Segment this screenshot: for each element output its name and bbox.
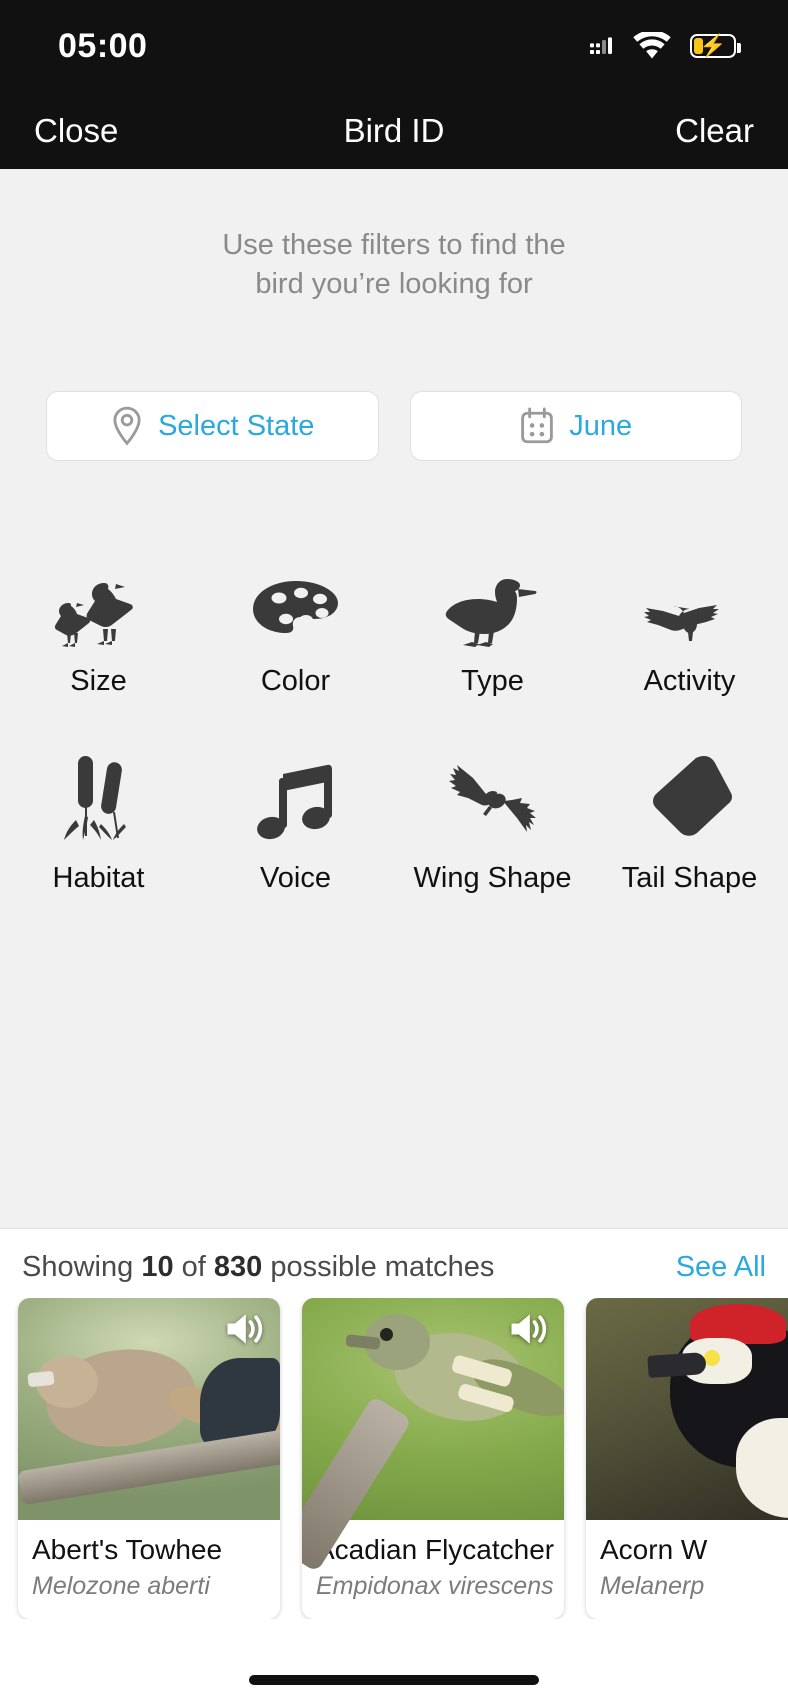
status-clock: 05:00 (58, 26, 148, 65)
filter-option-label: Activity (643, 665, 736, 698)
filter-option-wing-shape[interactable]: Wing Shape (394, 752, 591, 949)
bird-photo (586, 1298, 788, 1520)
status-indicators: ⚡ (590, 31, 741, 61)
filter-option-voice[interactable]: Voice (197, 752, 394, 949)
bird-photo (18, 1298, 280, 1520)
filter-option-size[interactable]: Size (0, 555, 197, 752)
wifi-icon (633, 31, 671, 58)
two-birds-icon (46, 555, 152, 648)
tail-fan-icon (644, 752, 736, 844)
flying-hawk-icon (447, 752, 539, 844)
bird-card-meta: Acadian Flycatcher Empidonax virescens (302, 1520, 564, 1619)
results-count-text: Showing 10 of 830 possible matches (22, 1251, 494, 1284)
total-count: 830 (213, 1251, 263, 1283)
filter-hint-line-2: bird you’re looking for (255, 267, 533, 300)
filter-hint-line-1: Use these filters to find the (222, 229, 566, 261)
charging-bolt-icon: ⚡ (699, 33, 727, 58)
of-label: of (181, 1251, 206, 1283)
showing-prefix: Showing (22, 1251, 134, 1283)
filter-panel: Use these filters to find the bird you’r… (0, 169, 788, 1228)
bird-common-name: Abert's Towhee (32, 1534, 223, 1565)
matches-suffix: possible matches (270, 1251, 495, 1283)
duck-icon (445, 555, 541, 648)
music-note-icon (256, 752, 335, 844)
month-filter-label: June (569, 409, 633, 442)
month-filter-button[interactable]: June (409, 391, 742, 462)
results-panel: Showing 10 of 830 possible matches See A… (0, 1228, 788, 1705)
battery-charging-icon: ⚡ (690, 33, 741, 58)
bird-photo (302, 1298, 564, 1573)
bird-common-name: Acadian Flycatcher (316, 1534, 555, 1565)
cellular-signal-icon (590, 37, 612, 54)
status-bar: 05:00 ⚡ (0, 0, 788, 92)
filter-option-tail-shape[interactable]: Tail Shape (591, 752, 788, 949)
cattails-icon (54, 752, 144, 844)
bird-common-name: Acorn W (600, 1534, 708, 1565)
speaker-audio-icon[interactable] (222, 1310, 266, 1348)
bird-card-list[interactable]: Abert's Towhee Melozone aberti Acadian F… (0, 1298, 788, 1619)
filter-option-color[interactable]: Color (197, 555, 394, 752)
location-pin-icon (113, 406, 141, 446)
filter-option-label: Size (70, 665, 127, 698)
see-all-link[interactable]: See All (676, 1251, 766, 1284)
filter-option-label: Wing Shape (413, 862, 572, 895)
filter-option-label: Color (260, 665, 331, 698)
speaker-audio-icon[interactable] (506, 1310, 550, 1348)
filter-option-label: Type (461, 665, 524, 698)
bird-scientific-name: Empidonax virescens (316, 1572, 554, 1600)
filter-option-label: Voice (260, 862, 331, 895)
bird-card-meta: Acorn W Melanerp (586, 1520, 788, 1619)
filter-option-activity[interactable]: Activity (591, 555, 788, 752)
nav-bar-wrapper: Close Bird ID Clear (0, 92, 788, 169)
results-header: Showing 10 of 830 possible matches See A… (0, 1229, 788, 1298)
filter-option-grid: Size Color Type Activity Habitat Voice W… (0, 461, 788, 949)
bird-card[interactable]: Acadian Flycatcher Empidonax virescens (302, 1298, 564, 1619)
bird-card[interactable]: Acorn W Melanerp (586, 1298, 788, 1619)
close-button[interactable]: Close (34, 112, 118, 150)
calendar-icon (521, 407, 554, 444)
shown-count: 10 (141, 1251, 174, 1283)
bird-card-meta: Abert's Towhee Melozone aberti (18, 1520, 280, 1619)
filter-option-label: Habitat (52, 862, 145, 895)
bird-card[interactable]: Abert's Towhee Melozone aberti (18, 1298, 280, 1619)
filter-option-type[interactable]: Type (394, 555, 591, 752)
filter-hint: Use these filters to find the bird you’r… (0, 169, 788, 303)
bird-scientific-name: Melanerp (600, 1572, 705, 1600)
filter-row-2: Habitat Voice Wing Shape Tail Shape (0, 752, 788, 949)
filter-option-habitat[interactable]: Habitat (0, 752, 197, 949)
home-indicator (249, 1675, 539, 1685)
nav-bar: Close Bird ID Clear (0, 92, 788, 169)
soaring-bird-icon (638, 555, 742, 647)
select-state-label: Select State (158, 409, 315, 442)
filter-option-label: Tail Shape (621, 862, 758, 895)
bird-scientific-name: Melozone aberti (32, 1572, 210, 1600)
clear-button[interactable]: Clear (675, 112, 754, 150)
filter-row-1: Size Color Type Activity (0, 555, 788, 752)
select-state-button[interactable]: Select State (46, 391, 379, 462)
paint-palette-icon (248, 555, 344, 647)
location-date-filters: Select State June (0, 303, 788, 462)
